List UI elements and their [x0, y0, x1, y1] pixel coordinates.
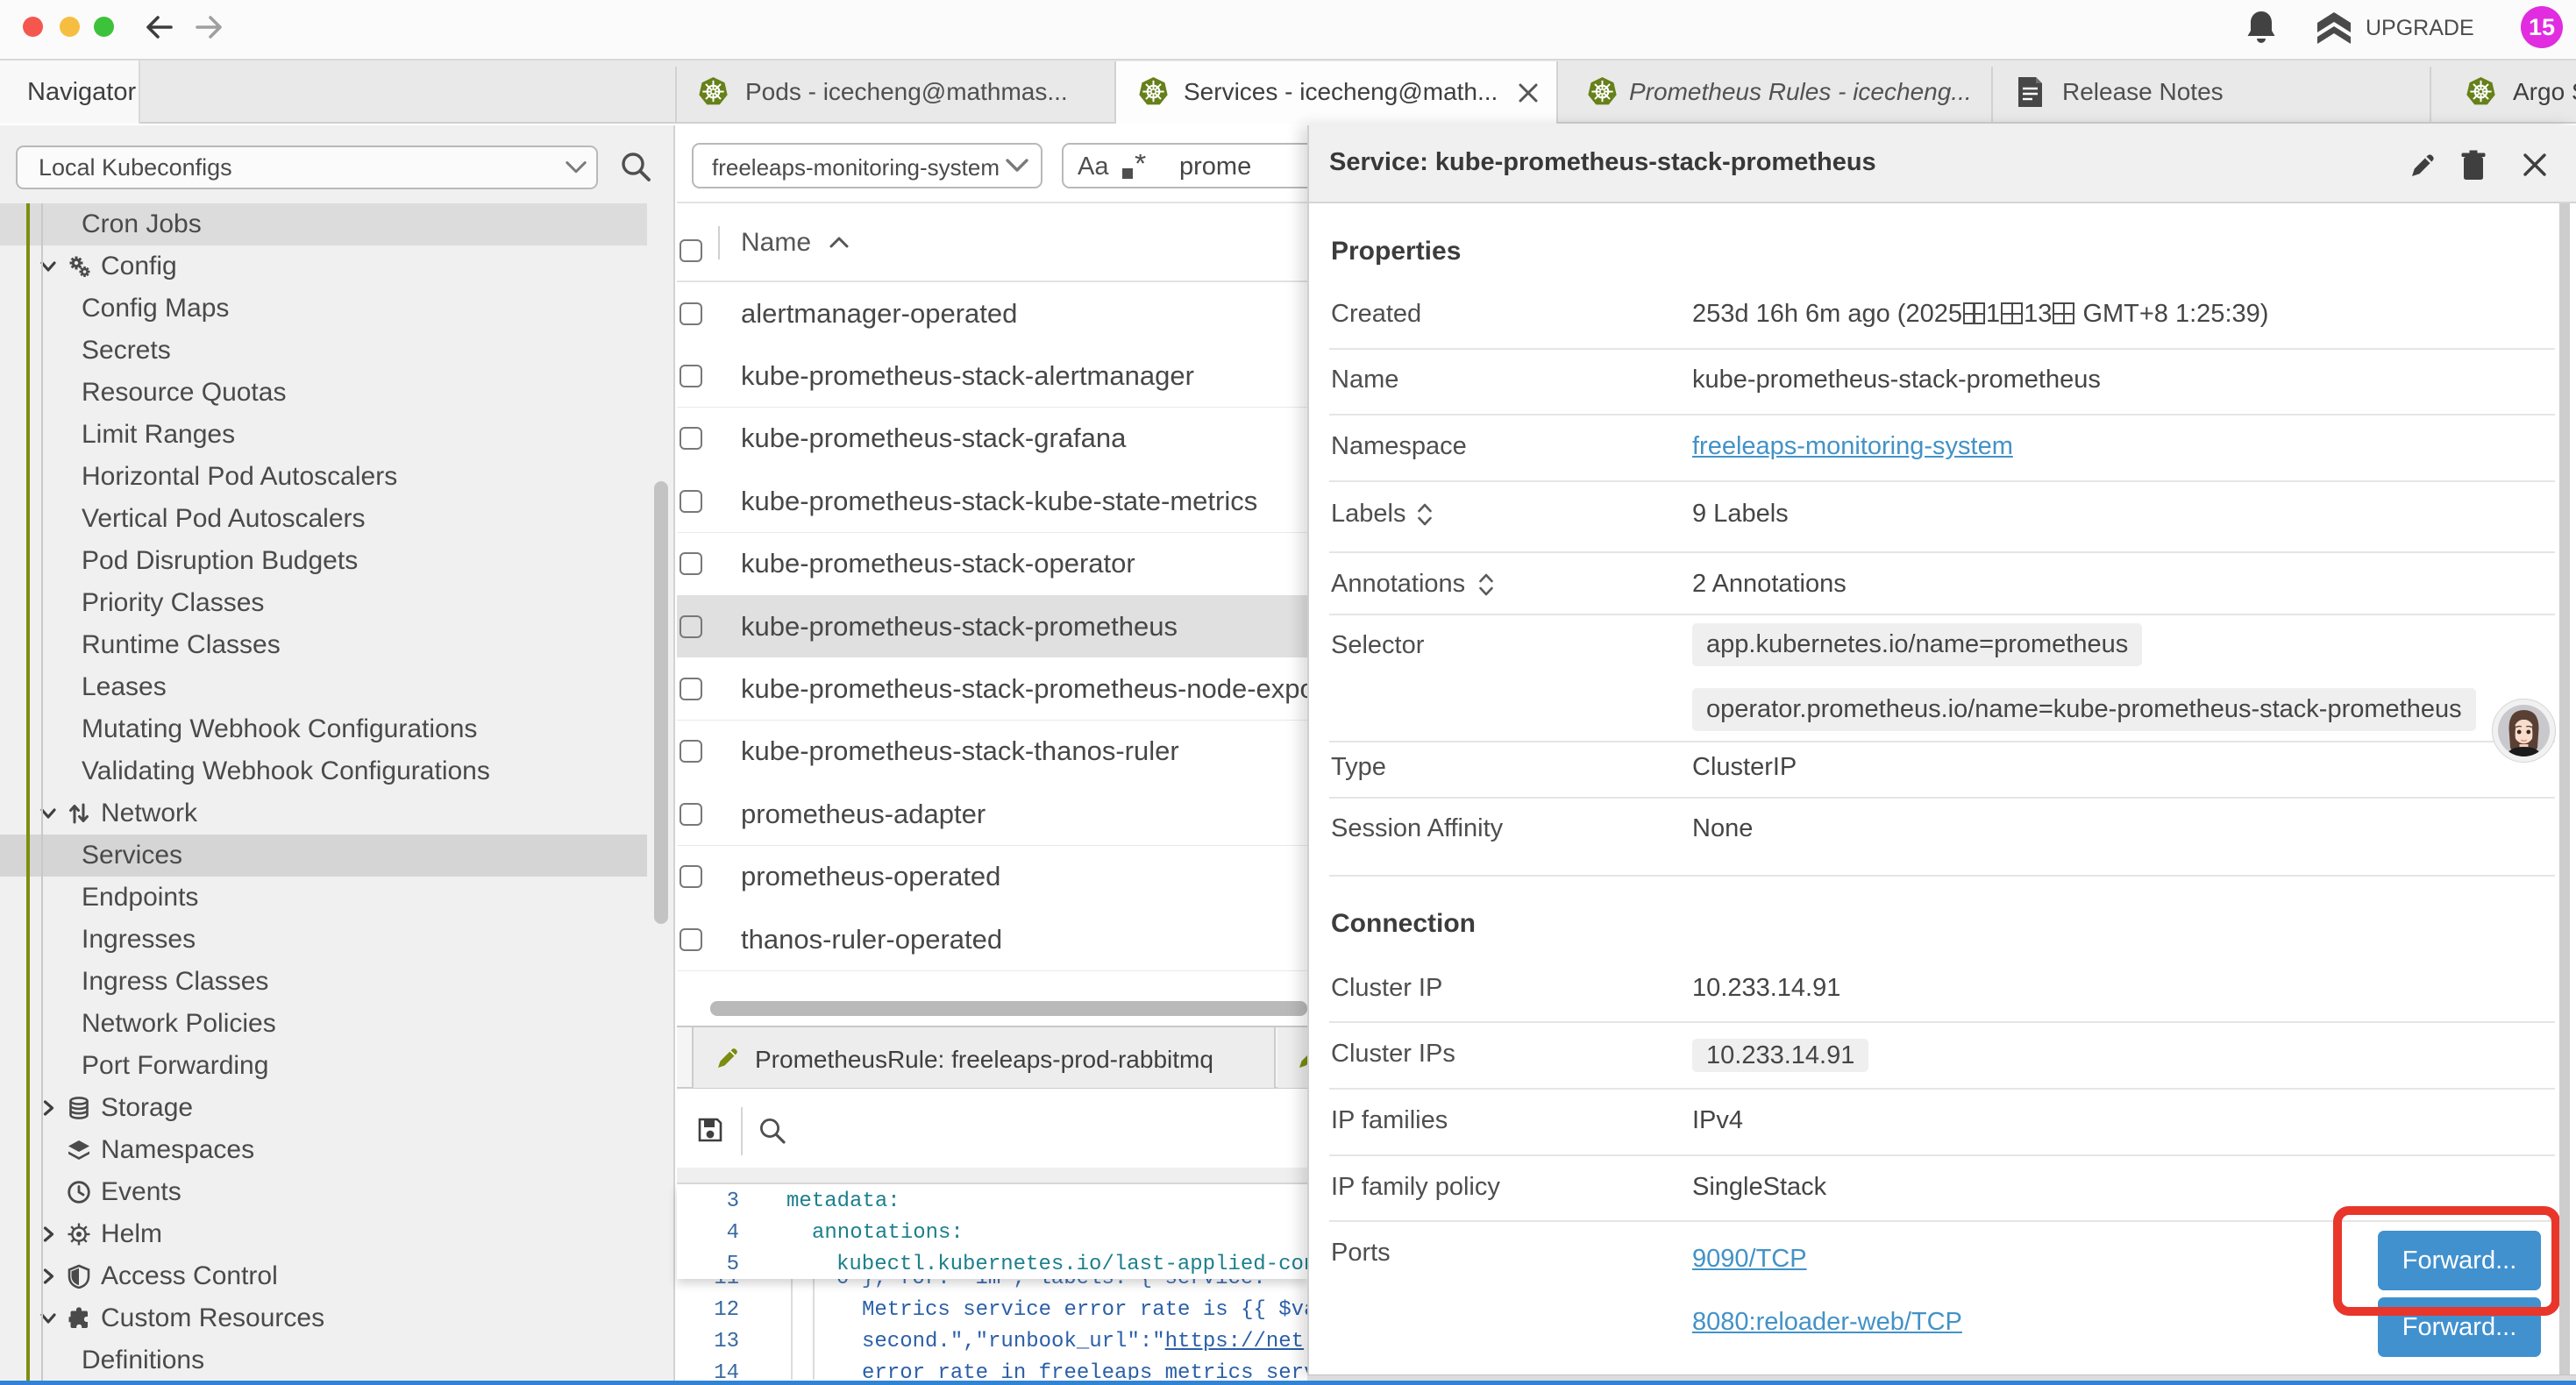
svg-text:*: *: [1135, 154, 1146, 181]
